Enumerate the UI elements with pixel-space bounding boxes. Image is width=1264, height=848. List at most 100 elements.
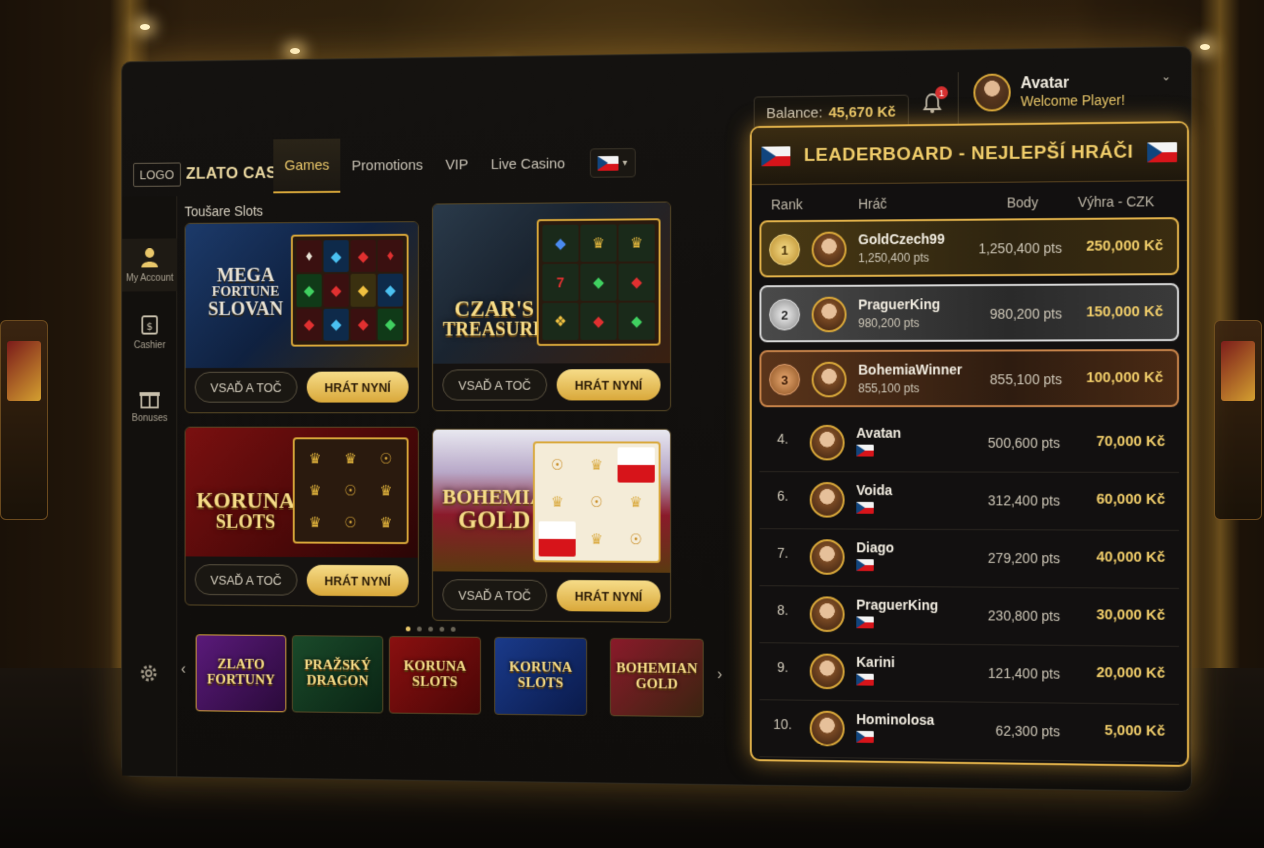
game-actions: VSAĎ A TOČ HRÁT NYNÍ bbox=[442, 369, 661, 401]
chevron-down-icon[interactable]: ⌄ bbox=[1161, 69, 1171, 83]
avatar bbox=[809, 539, 845, 575]
player-flag bbox=[856, 559, 874, 574]
ceiling-light bbox=[1200, 44, 1210, 50]
settings-button[interactable] bbox=[139, 663, 159, 690]
avatar bbox=[809, 710, 845, 747]
leaderboard-title: LEADERBOARD - NEJLEPŠÍ HRÁČI bbox=[803, 141, 1134, 166]
game-artwork: MEGA FORTUNE SLOVAN ♦ ◆ ◆ ♦ ◆ ◆ ◆ ◆ ◆ ◆ ◆ ◆ bbox=[185, 222, 418, 369]
nav-vip[interactable]: VIP bbox=[434, 137, 479, 192]
player-name: Diago bbox=[856, 539, 895, 556]
sidebar-item-my-account[interactable]: My Account bbox=[122, 238, 178, 292]
language-selector[interactable]: ▾ bbox=[589, 147, 636, 178]
player-flag bbox=[856, 730, 874, 746]
nav-live-casino[interactable]: Live Casino bbox=[479, 136, 576, 192]
player-name: Avatan bbox=[856, 424, 902, 441]
player-name: Karini bbox=[856, 653, 895, 671]
leaderboard-row[interactable]: 9. Karini 121,400 pts 20,000 Kč bbox=[759, 643, 1180, 705]
avatar bbox=[973, 73, 1011, 112]
page-dot[interactable] bbox=[450, 626, 456, 632]
chevron-right-icon[interactable]: › bbox=[717, 666, 722, 684]
balance-value: 45,670 Kč bbox=[828, 103, 896, 121]
sidebar-item-bonuses[interactable]: Bonuses bbox=[122, 379, 177, 432]
czech-flag-icon bbox=[597, 155, 619, 171]
notification-badge: 1 bbox=[935, 86, 948, 100]
game-card-bohemian-gold[interactable]: BOHEMIAN GOLD ☉ ♛ ♛ ☉ ♛ ♛ ☉ VSAĎ A TOČ HRÁT … bbox=[432, 428, 672, 623]
game-actions: VSAĎ A TOČ HRÁT NYNÍ bbox=[194, 371, 409, 403]
gear-icon bbox=[139, 663, 159, 684]
column-rank: Rank bbox=[771, 196, 803, 213]
page-dot[interactable] bbox=[405, 626, 411, 632]
avatar bbox=[811, 296, 847, 333]
bet-and-spin-button[interactable]: VSAĎ A TOČ bbox=[442, 369, 548, 401]
gold-medal-icon: 1 bbox=[769, 233, 801, 266]
play-now-button[interactable]: HRÁT NYNÍ bbox=[306, 564, 409, 597]
player-points: 855,100 pts bbox=[989, 371, 1062, 388]
bet-and-spin-button[interactable]: VSAĎ A TOČ bbox=[194, 371, 298, 403]
player-points: 121,400 pts bbox=[987, 665, 1061, 682]
nav-games[interactable]: Games bbox=[273, 138, 341, 194]
avatar bbox=[811, 361, 847, 398]
bet-and-spin-button[interactable]: VSAĎ A TOČ bbox=[442, 579, 548, 612]
leaderboard-column-headers: Rank Hráč Body Výhra - CZK bbox=[752, 185, 1187, 218]
page-dot[interactable] bbox=[439, 626, 445, 632]
thumbnail-prazsky-dragon[interactable]: PRAŽSKÝ DRAGON bbox=[291, 635, 384, 714]
player-winnings: 150,000 Kč bbox=[1086, 303, 1164, 321]
leaderboard-panel: LEADERBOARD - NEJLEPŠÍ HRÁČI Rank Hráč B… bbox=[749, 121, 1190, 767]
leaderboard-row[interactable]: 3 BohemiaWinner 855,100 pts 855,100 pts 100,… bbox=[759, 349, 1180, 408]
czech-flag-icon bbox=[761, 145, 791, 166]
czech-flag-icon bbox=[1147, 141, 1178, 162]
bet-and-spin-button[interactable]: VSAĎ A TOČ bbox=[194, 564, 298, 596]
slot-reels: ☉ ♛ ♛ ☉ ♛ ♛ ☉ bbox=[532, 441, 661, 563]
thumbnail-koruna-slots-blue[interactable]: KORUNA SLOTS bbox=[494, 636, 588, 716]
thumbnail-bohemian-gold[interactable]: BOHEMIAN GOLD bbox=[609, 637, 704, 718]
chevron-left-icon[interactable]: ‹ bbox=[181, 661, 186, 678]
slot-machine-decor bbox=[0, 320, 48, 520]
sidebar-label: Bonuses bbox=[131, 413, 168, 424]
player-name: PraguerKing bbox=[858, 296, 941, 313]
leaderboard-row[interactable]: 2 PraguerKing 980,200 pts 980,200 pts 150,00… bbox=[759, 283, 1180, 343]
game-card-koruna-slots[interactable]: KORUNA SLOTS ♛ ♛ ☉ ♛ ☉ ♛ ♛ ☉ ♛ VSAĎ A TOČ HRÁT… bbox=[184, 426, 419, 608]
player-flag bbox=[856, 444, 874, 460]
rank-number: 4. bbox=[776, 430, 789, 447]
svg-text:$: $ bbox=[146, 320, 152, 333]
sidebar-item-cashier[interactable]: $ Cashier bbox=[122, 306, 177, 359]
logo-placeholder: LOGO bbox=[133, 162, 181, 187]
player-points: 279,200 pts bbox=[987, 549, 1061, 567]
rank-number: 6. bbox=[776, 487, 789, 504]
play-now-button[interactable]: HRÁT NYNÍ bbox=[556, 369, 661, 401]
player-points: 1,250,400 pts bbox=[978, 239, 1062, 257]
play-now-button[interactable]: HRÁT NYNÍ bbox=[556, 579, 661, 612]
casino-app-window: LOGO ZLATO CASINO Games Promotions VIP L… bbox=[121, 46, 1192, 792]
player-winnings: 20,000 Kč bbox=[1096, 664, 1166, 682]
player-winnings: 5,000 Kč bbox=[1104, 721, 1166, 740]
notifications-button[interactable]: 1 bbox=[919, 86, 948, 118]
game-title: CZAR'S TREASURE bbox=[442, 296, 546, 341]
user-name: Avatar bbox=[1020, 74, 1070, 93]
player-points-sub: 1,250,400 pts bbox=[858, 250, 930, 266]
nav-promotions[interactable]: Promotions bbox=[341, 138, 435, 193]
player-winnings: 40,000 Kč bbox=[1096, 548, 1166, 566]
player-points: 980,200 pts bbox=[989, 305, 1062, 322]
slot-machine-decor bbox=[1214, 320, 1262, 520]
leaderboard-row[interactable]: 1 GoldCzech99 1,250,400 pts 1,250,400 pts 25… bbox=[759, 217, 1180, 278]
thumbnail-zlato-fortuny[interactable]: ZLATO FORTUNY bbox=[195, 634, 287, 713]
page-dot[interactable] bbox=[428, 626, 433, 632]
game-card-mega-fortune[interactable]: MEGA FORTUNE SLOVAN ♦ ◆ ◆ ♦ ◆ ◆ ◆ ◆ ◆ ◆ ◆ ◆ VSAĎ … bbox=[184, 221, 419, 414]
player-name: BohemiaWinner bbox=[858, 361, 963, 378]
slot-reels: ◆ ♛ ♛ 7 ◆ ◆ ❖ ◆ ◆ bbox=[536, 218, 661, 346]
czech-flag-icon bbox=[856, 501, 874, 514]
leaderboard-row[interactable]: 7. Diago 279,200 pts 40,000 Kč bbox=[759, 529, 1180, 589]
thumbnail-koruna-slots[interactable]: KORUNA SLOTS bbox=[388, 636, 481, 715]
leaderboard-row[interactable]: 4. Avatan 500,600 pts 70,000 Kč bbox=[759, 415, 1180, 473]
page-dot[interactable] bbox=[417, 626, 422, 632]
leaderboard-row[interactable]: 10. Hominolosa 62,300 pts 5,000 Kč bbox=[759, 700, 1180, 763]
leaderboard-row[interactable]: 6. Voida 312,400 pts 60,000 Kč bbox=[759, 472, 1180, 531]
leaderboard-row[interactable]: 8. PraguerKing 230,800 pts 30,000 Kč bbox=[759, 586, 1180, 647]
user-menu[interactable]: Avatar Welcome Player! bbox=[973, 72, 1125, 112]
avatar bbox=[809, 596, 845, 633]
rank-number: 9. bbox=[776, 659, 789, 675]
player-winnings: 100,000 Kč bbox=[1086, 369, 1164, 387]
play-now-button[interactable]: HRÁT NYNÍ bbox=[306, 371, 409, 403]
czech-flag-icon bbox=[856, 559, 874, 572]
game-card-czars-treasure[interactable]: CZAR'S TREASURE ◆ ♛ ♛ 7 ◆ ◆ ❖ ◆ ◆ VSAĎ A TOČ H… bbox=[432, 201, 672, 412]
